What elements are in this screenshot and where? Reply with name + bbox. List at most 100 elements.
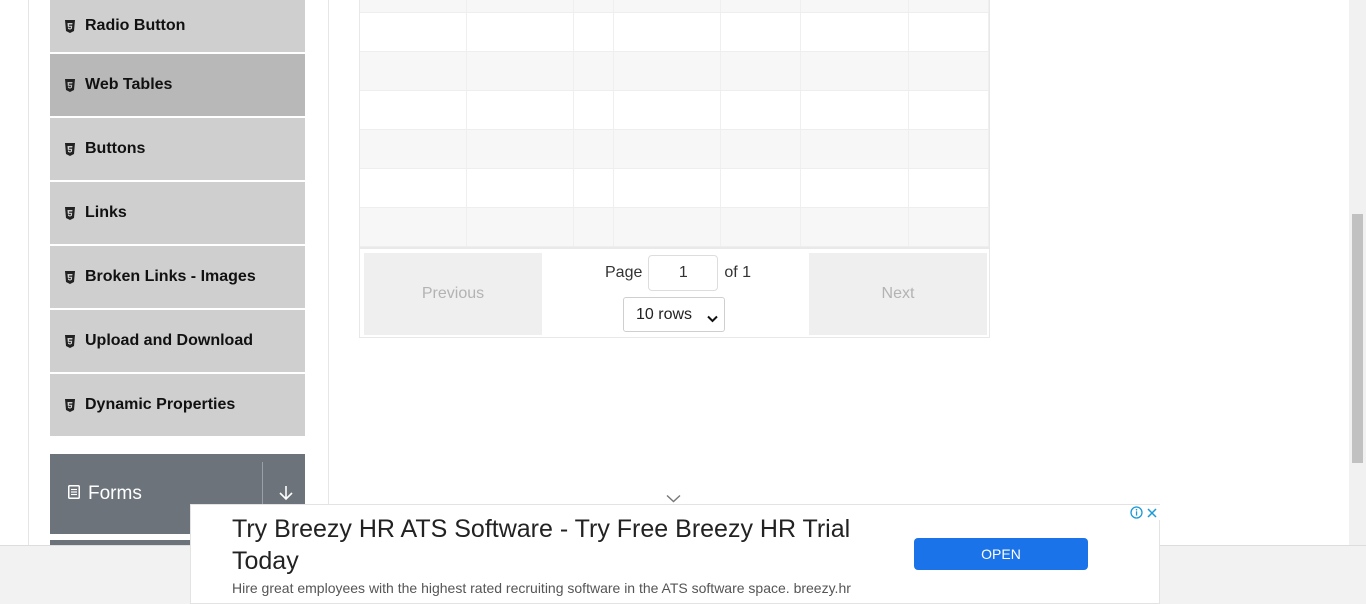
table-cell [614,169,722,207]
table-cell [467,169,574,207]
ad-description[interactable]: Hire great employees with the highest ra… [232,580,851,596]
table-cell [721,169,802,207]
table-cell [360,13,467,51]
table-cell [909,13,989,51]
table-cell [467,208,574,246]
previous-button[interactable]: Previous [364,253,542,335]
table-cell [574,52,614,90]
html5-icon [65,334,75,348]
table-cell [721,52,802,90]
table-cell [801,91,910,129]
table-cell [909,169,989,207]
table-row [360,208,989,247]
table-cell [801,0,910,12]
table-body [360,0,989,247]
advertisement-banner[interactable]: Try Breezy HR ATS Software - Try Free Br… [190,504,1160,604]
html5-icon [65,206,75,220]
sidebar-item-broken-links[interactable]: Broken Links - Images [50,246,305,310]
html5-icon [65,78,75,92]
sidebar-item-label: Broken Links - Images [85,268,256,285]
table-cell [909,0,989,12]
vertical-scrollbar[interactable] [1349,0,1366,545]
close-icon[interactable] [1144,505,1160,520]
table-cell [801,169,910,207]
html5-icon [65,142,75,156]
ad-choices [1128,505,1160,520]
sidebar-item-buttons[interactable]: Buttons [50,118,305,182]
rows-per-page-select[interactable]: 10 rows [623,297,725,332]
table-cell [574,208,614,246]
web-table: Previous Page 1 of 1 10 rows Next [359,0,990,338]
table-row [360,91,989,130]
table-cell [467,91,574,129]
table-row [360,0,989,13]
info-icon[interactable] [1128,505,1144,520]
table-cell [909,208,989,246]
table-cell [574,13,614,51]
page: Radio Button Web Tables Buttons Links Br… [0,0,1366,604]
table-cell [614,91,722,129]
table-cell [721,208,802,246]
sidebar-item-label: Upload and Download [85,332,253,349]
sidebar-item-web-tables[interactable]: Web Tables [50,54,305,118]
table-cell [360,130,467,168]
sidebar-item-upload-download[interactable]: Upload and Download [50,310,305,374]
table-cell [467,0,574,12]
table-cell [574,91,614,129]
table-cell [801,52,910,90]
table-cell [801,13,910,51]
table-cell [360,91,467,129]
html5-icon [65,398,75,412]
table-cell [360,208,467,246]
table-cell [614,13,722,51]
page-label: Page [605,264,643,281]
sidebar-item-dynamic-properties[interactable]: Dynamic Properties [50,374,305,438]
sidebar-group-label: Forms [88,483,142,504]
sidebar-item-links[interactable]: Links [50,182,305,246]
table-cell [574,0,614,12]
table-cell [909,91,989,129]
sidebar-item-label: Dynamic Properties [85,396,236,413]
table-cell [467,13,574,51]
table-cell [909,130,989,168]
next-button[interactable]: Next [809,253,987,335]
sidebar-item-label: Links [85,204,127,221]
table-cell [574,130,614,168]
table-cell [614,208,722,246]
table-cell [721,91,802,129]
table-cell [614,130,722,168]
table-pagination: Previous Page 1 of 1 10 rows Next [360,247,989,337]
table-cell [360,52,467,90]
table-cell [360,169,467,207]
table-cell [721,0,802,12]
sidebar-item-label: Radio Button [85,17,186,34]
page-controls: Page 1 of 1 10 rows [605,255,755,332]
table-cell [467,52,574,90]
table-cell [614,0,722,12]
scrollbar-thumb[interactable] [1352,214,1363,463]
table-cell [467,130,574,168]
table-row [360,52,989,91]
table-cell [721,130,802,168]
ad-title[interactable]: Try Breezy HR ATS Software - Try Free Br… [232,513,912,577]
html5-icon [65,19,75,33]
ad-open-button[interactable]: OPEN [914,538,1088,570]
table-cell [360,0,467,12]
chevron-down-icon [707,310,718,328]
sidebar-menu-list: Radio Button Web Tables Buttons Links Br… [50,0,305,438]
sidebar-item-radio-button[interactable]: Radio Button [50,0,305,54]
page-total-label: of 1 [724,264,752,281]
table-row [360,13,989,52]
table-cell [909,52,989,90]
content-border [328,0,329,545]
page-number-input[interactable]: 1 [648,255,719,291]
table-row [360,130,989,169]
rows-per-page-value: 10 rows [636,305,693,323]
table-cell [574,169,614,207]
document-icon [68,484,80,504]
html5-icon [65,270,75,284]
sidebar-item-label: Buttons [85,140,146,157]
table-cell [614,52,722,90]
left-border [28,0,29,545]
table-cell [721,13,802,51]
